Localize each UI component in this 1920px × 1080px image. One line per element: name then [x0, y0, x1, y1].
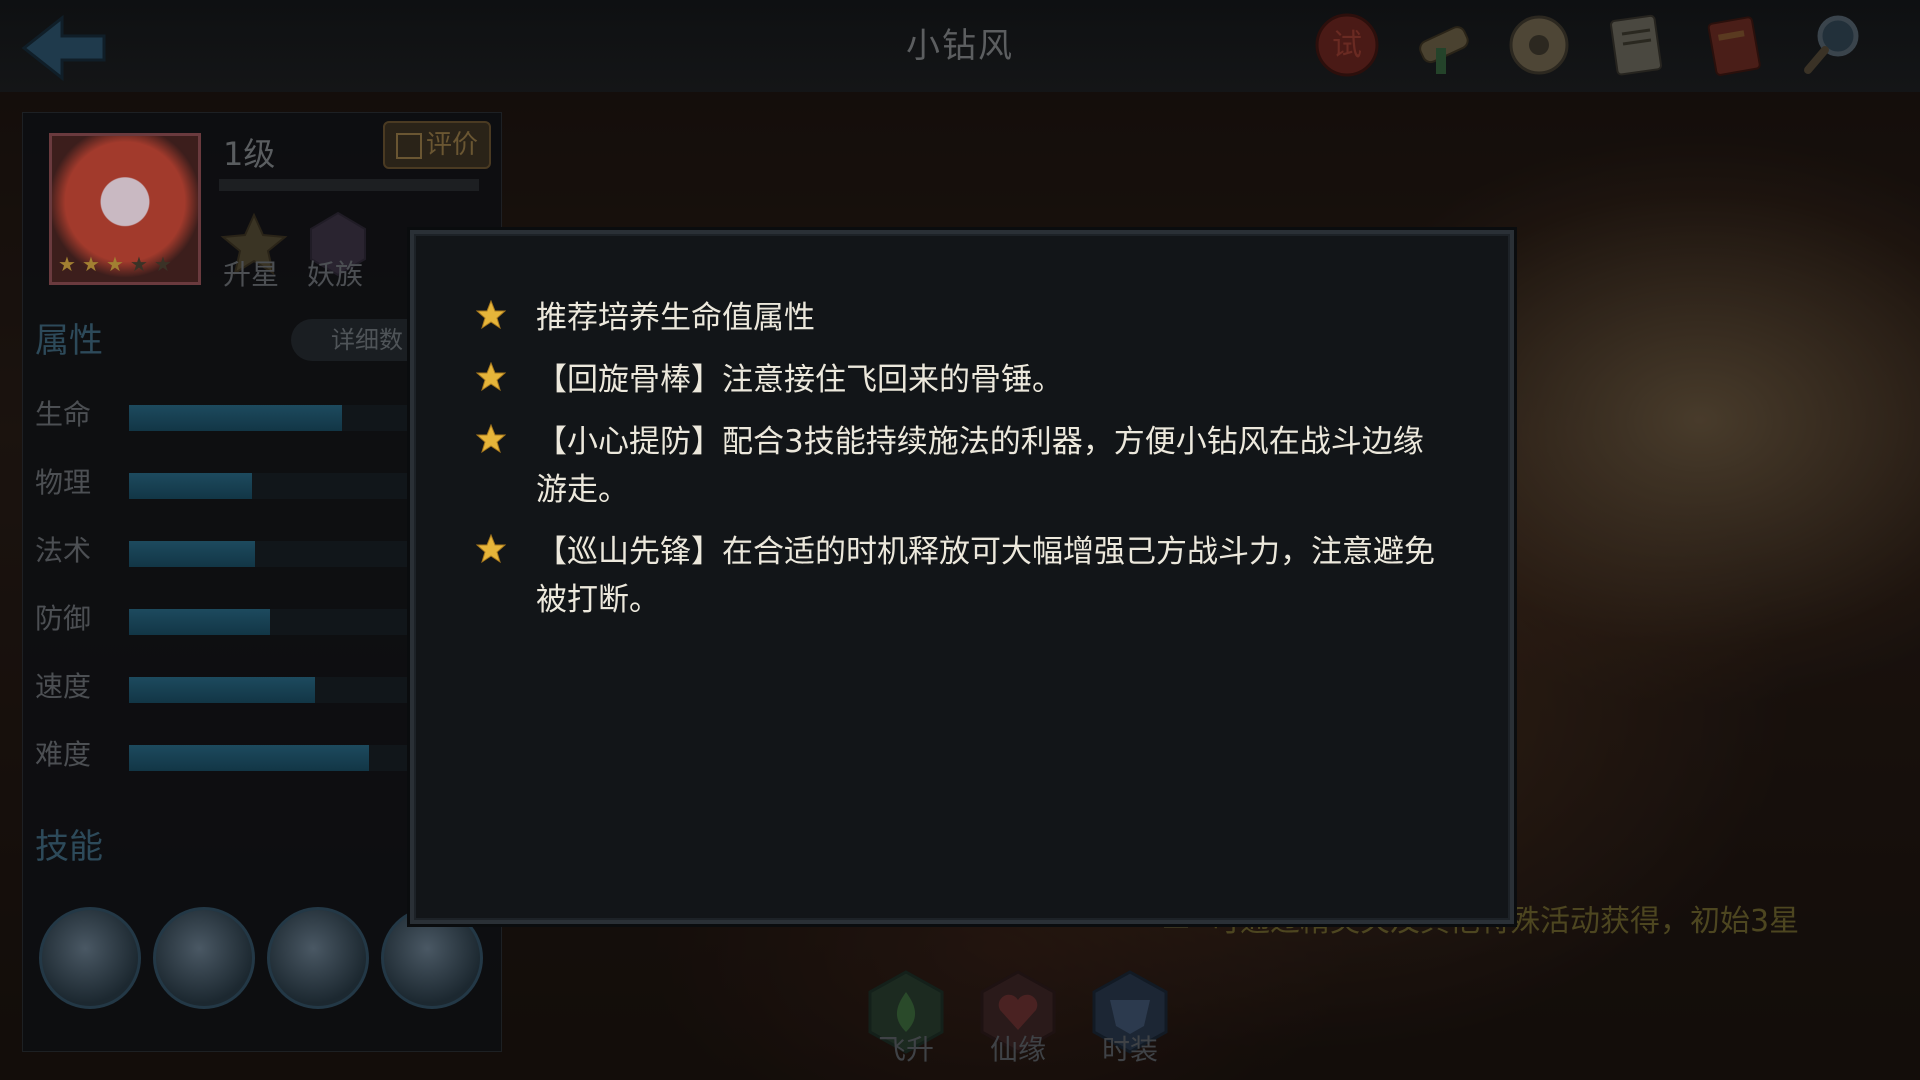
attribute-bar-track	[129, 473, 429, 499]
star-icon: ★	[106, 252, 124, 276]
attribute-label: 速度	[35, 670, 92, 703]
attribute-bar-track	[129, 677, 429, 703]
attribute-row-difficulty: 难度	[35, 735, 475, 775]
attribute-label: 生命	[35, 398, 92, 431]
tip-text: 推荐培养生命值属性	[536, 300, 815, 336]
attributes-heading: 属性	[35, 321, 103, 361]
armored-warrior-skill-icon[interactable]	[153, 907, 255, 1009]
scroll-icon[interactable]	[1406, 8, 1480, 82]
magnifier-icon[interactable]	[1796, 8, 1870, 82]
attribute-label: 法术	[35, 534, 92, 567]
attribute-row-physical: 物理	[35, 463, 475, 503]
skills-heading: 技能	[35, 827, 103, 867]
level-divider	[219, 179, 479, 191]
tip-text: 【回旋骨棒】注意接住飞回来的骨锤。	[536, 362, 1063, 398]
star-icon: ★	[82, 252, 100, 276]
attribute-bar-fill	[129, 405, 342, 431]
fate-tab-label: 仙缘	[989, 1033, 1046, 1066]
hero-portrait[interactable]: ★ ★ ★ ★ ★	[49, 133, 201, 285]
coin-icon[interactable]	[1502, 8, 1576, 82]
attribute-row-magic: 法术	[35, 531, 475, 571]
notice-icon[interactable]	[1600, 8, 1674, 82]
star-bullet-icon	[476, 300, 506, 330]
attribute-label: 防御	[35, 602, 92, 635]
fashion-tab-label: 时装	[1101, 1033, 1158, 1066]
book-icon[interactable]	[1698, 8, 1772, 82]
attribute-bar-track	[129, 609, 429, 635]
attribute-row-defense: 防御	[35, 599, 475, 639]
attribute-label: 物理	[35, 466, 92, 499]
upgrade-star-label: 升星	[223, 258, 280, 291]
top-bar: 小钻风 试	[0, 0, 1920, 92]
ascend-tab-label: 飞升	[877, 1033, 934, 1066]
attribute-row-speed: 速度	[35, 667, 475, 707]
svg-text:试: 试	[1332, 28, 1362, 63]
attribute-bar-track	[129, 405, 429, 431]
empty-star-icon: ★	[154, 252, 172, 276]
attribute-bar-track	[129, 745, 429, 771]
tips-modal[interactable]: 推荐培养生命值属性 【回旋骨棒】注意接住飞回来的骨锤。 【小心提防】配合3技能持…	[410, 230, 1514, 924]
attribute-bar-fill	[129, 473, 252, 499]
attribute-bar-fill	[129, 609, 270, 635]
attribute-bar-fill	[129, 745, 369, 771]
star-bullet-icon	[476, 362, 506, 392]
tip-text: 【小心提防】配合3技能持续施法的利器，方便小钻风在战斗边缘游走。	[536, 424, 1424, 508]
attribute-bar-fill	[129, 541, 255, 567]
rate-button[interactable]: 评价	[383, 121, 491, 169]
star-bullet-icon	[476, 534, 506, 564]
attribute-label: 难度	[35, 738, 92, 771]
rate-button-label: 评价	[425, 130, 478, 160]
edit-icon	[395, 132, 422, 159]
demon-clan-label: 妖族	[307, 258, 364, 291]
hero-level: 1级	[223, 135, 276, 173]
star-bullet-icon	[476, 424, 506, 454]
empty-star-icon: ★	[130, 252, 148, 276]
star-icon: ★	[58, 252, 76, 276]
tip-text: 【巡山先锋】在合适的时机释放可大幅增强己方战斗力，注意避免被打断。	[536, 534, 1435, 618]
bone-club-skill-icon[interactable]	[39, 907, 141, 1009]
trial-seal-icon[interactable]: 试	[1310, 8, 1384, 82]
attribute-row-hp: 生命	[35, 395, 475, 435]
attribute-bar-fill	[129, 677, 315, 703]
spinning-hammer-skill-icon[interactable]	[267, 907, 369, 1009]
attribute-bar-track	[129, 541, 429, 567]
